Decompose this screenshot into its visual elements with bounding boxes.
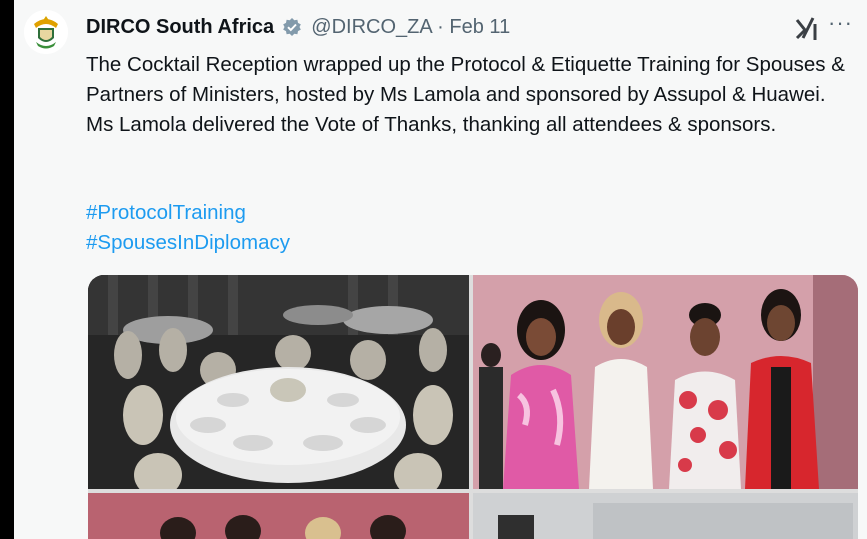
tweet-date[interactable]: Feb 11 (449, 16, 510, 38)
tweet-header: DIRCO South Africa @DIRCO_ZA · Feb 11 (86, 16, 510, 39)
grok-icon[interactable] (793, 14, 821, 42)
event-room-photo[interactable] (473, 493, 858, 539)
author-handle[interactable]: @DIRCO_ZA (311, 16, 431, 38)
four-women-photo[interactable] (473, 275, 858, 489)
author-avatar[interactable] (24, 10, 68, 54)
hashtag-link[interactable]: #SpousesInDiplomacy (86, 228, 290, 258)
banquet-table-photo[interactable] (88, 275, 469, 489)
more-icon[interactable]: ··· (828, 10, 853, 36)
tweet-card[interactable]: DIRCO South Africa @DIRCO_ZA · Feb 11 ··… (14, 0, 867, 539)
coat-of-arms-icon (24, 10, 68, 54)
verified-badge-icon (282, 17, 302, 37)
hashtag-list: #ProtocolTraining #SpousesInDiplomacy (86, 198, 290, 258)
tweet-text: The Cocktail Reception wrapped up the Pr… (86, 53, 845, 136)
media-grid (88, 275, 858, 539)
author-name[interactable]: DIRCO South Africa (86, 16, 274, 38)
hashtag-link[interactable]: #ProtocolTraining (86, 198, 290, 228)
group-photo[interactable] (88, 493, 469, 539)
separator-dot: · (437, 16, 444, 38)
